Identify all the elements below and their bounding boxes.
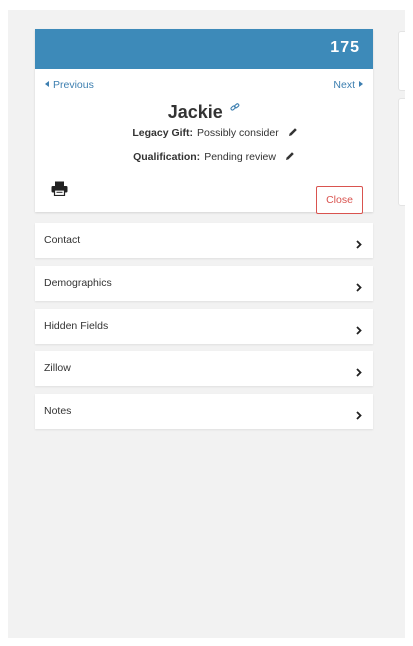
- section-contact[interactable]: Contact: [35, 223, 373, 258]
- printer-icon[interactable]: [51, 181, 68, 201]
- section-label: Notes: [44, 405, 72, 417]
- section-label: Hidden Fields: [44, 320, 109, 332]
- chevron-right-icon: [356, 279, 362, 297]
- qualification-label: Qualification:: [133, 151, 201, 163]
- next-label: Next: [333, 79, 355, 91]
- close-button[interactable]: Close: [316, 186, 363, 214]
- chevron-right-icon: [356, 236, 362, 254]
- chevron-right-icon: [356, 407, 362, 425]
- adjacent-panel-top: [398, 31, 405, 91]
- caret-right-icon: [359, 81, 363, 87]
- caret-left-icon: [45, 81, 49, 87]
- previous-label: Previous: [53, 79, 94, 91]
- section-label: Contact: [44, 234, 81, 246]
- chevron-right-icon: [356, 322, 362, 340]
- legacy-gift-row: Legacy Gift: Possibly consider: [35, 127, 373, 140]
- qualification-value: Pending review: [204, 151, 276, 163]
- record-card: 175 Previous Next Jackie Legacy Gift: Pos…: [35, 29, 373, 214]
- record-header: 175: [35, 29, 373, 69]
- legacy-gift-value: Possibly consider: [197, 127, 279, 139]
- adjacent-panel-middle: [398, 98, 405, 206]
- section-notes[interactable]: Notes: [35, 394, 373, 429]
- pencil-icon[interactable]: [288, 127, 298, 140]
- previous-link[interactable]: Previous: [45, 79, 94, 91]
- section-hidden-fields[interactable]: Hidden Fields: [35, 309, 373, 344]
- next-link[interactable]: Next: [333, 79, 363, 91]
- record-number: 175: [330, 39, 360, 56]
- app-viewport: 175 Previous Next Jackie Legacy Gift: Pos…: [8, 10, 405, 638]
- section-label: Demographics: [44, 277, 112, 289]
- chevron-right-icon: [356, 364, 362, 382]
- section-label: Zillow: [44, 362, 71, 374]
- pencil-icon[interactable]: [285, 151, 295, 164]
- section-zillow[interactable]: Zillow: [35, 351, 373, 386]
- qualification-row: Qualification: Pending review: [35, 151, 373, 164]
- contact-name-row: Jackie: [35, 99, 373, 123]
- legacy-gift-label: Legacy Gift:: [132, 127, 194, 139]
- link-icon[interactable]: [230, 99, 240, 117]
- section-demographics[interactable]: Demographics: [35, 266, 373, 301]
- contact-name: Jackie: [167, 102, 223, 122]
